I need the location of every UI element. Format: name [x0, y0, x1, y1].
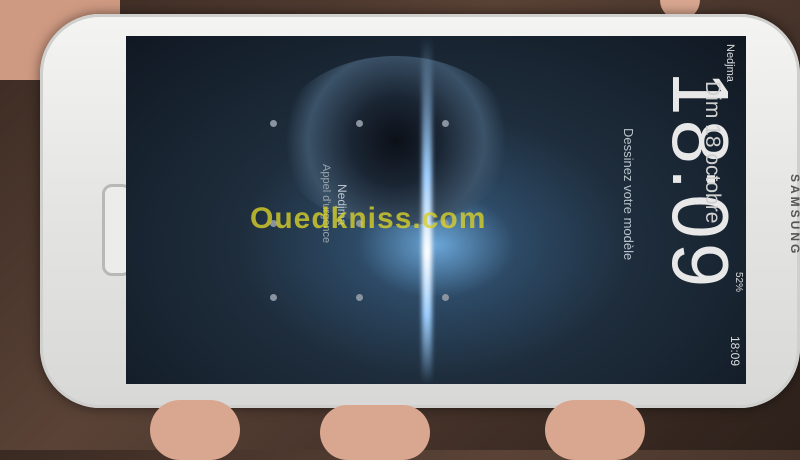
finger [545, 400, 645, 460]
wallpaper-eye [276, 56, 516, 226]
brand-logo: SAMSUNG [788, 174, 800, 257]
finger [320, 405, 430, 460]
pattern-dot[interactable] [356, 294, 363, 301]
lock-date: Dim 18 octobre [701, 81, 724, 224]
pattern-dot[interactable] [442, 294, 449, 301]
pattern-dot[interactable] [442, 120, 449, 127]
unlock-hint: Dessinez votre modèle [621, 128, 636, 261]
pattern-dot[interactable] [356, 120, 363, 127]
finger [150, 400, 240, 460]
watermark: Ouedkniss.com [250, 202, 487, 235]
pattern-dot[interactable] [270, 120, 277, 127]
battery-status: 52% [733, 272, 744, 293]
pattern-dot[interactable] [270, 294, 277, 301]
status-time: 18:09 [728, 336, 742, 367]
